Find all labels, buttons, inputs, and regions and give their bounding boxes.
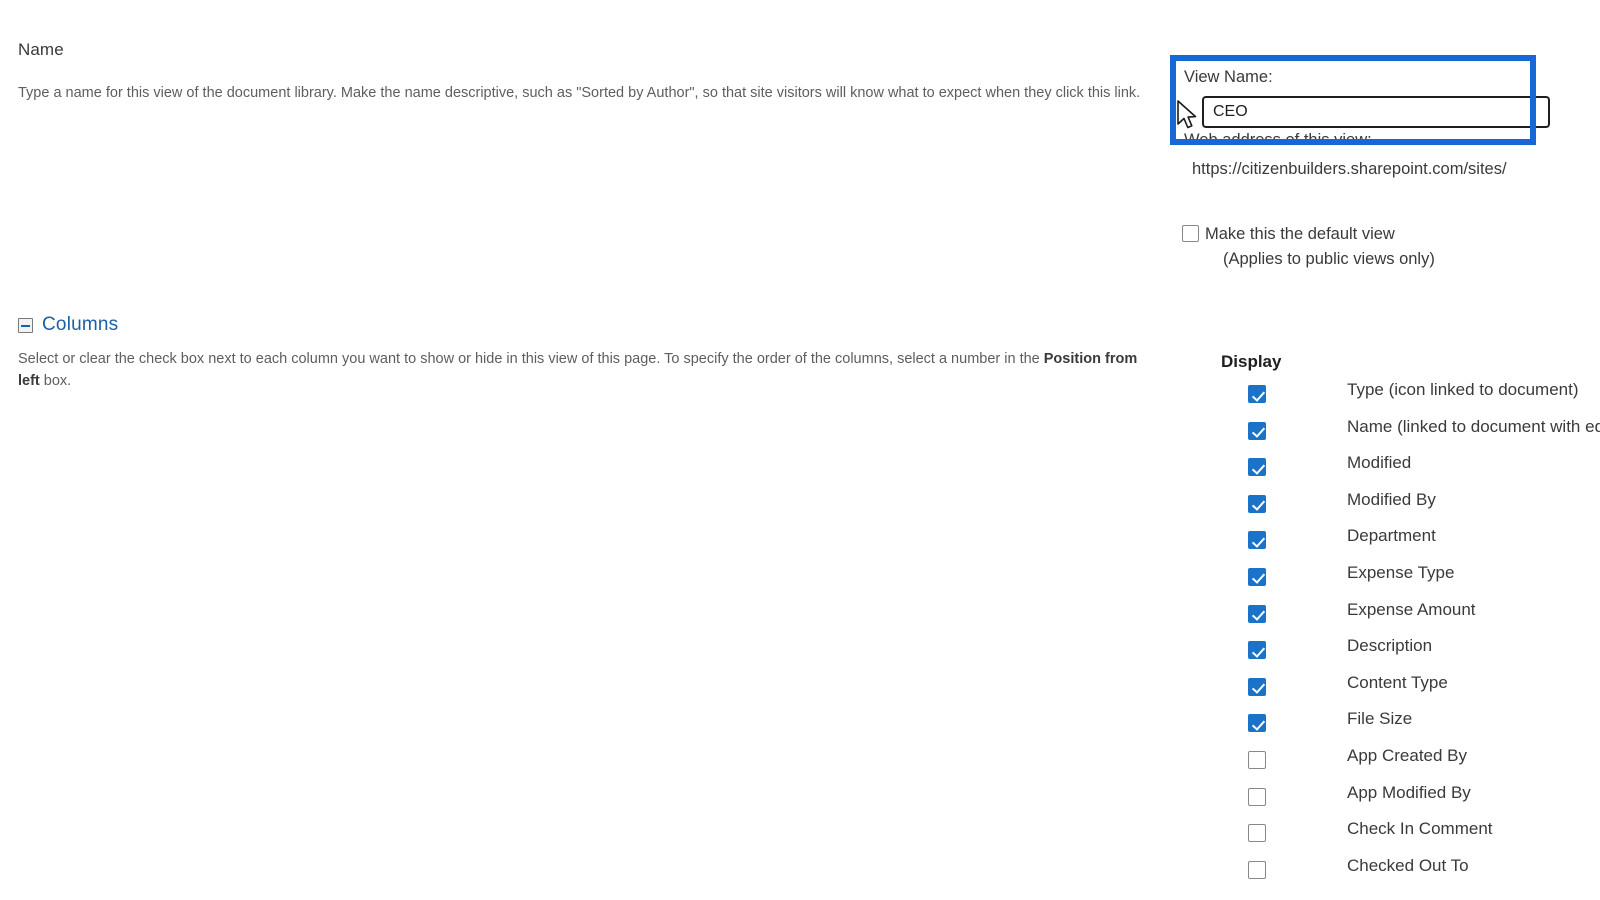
column-checkbox[interactable]	[1248, 458, 1266, 477]
column-checkbox[interactable]	[1248, 787, 1266, 806]
column-checkbox[interactable]	[1248, 531, 1266, 550]
column-label: Department	[1347, 526, 1436, 546]
column-label: Modified	[1347, 453, 1412, 473]
web-address-label: Web address of this view:	[1184, 131, 1372, 149]
column-label: File Size	[1347, 709, 1413, 729]
default-view-row[interactable]: Make this the default view	[1182, 222, 1395, 246]
column-checkbox[interactable]	[1248, 604, 1266, 623]
column-checkbox[interactable]	[1248, 641, 1266, 660]
column-checkbox[interactable]	[1248, 494, 1266, 513]
column-label: Type (icon linked to document)	[1347, 380, 1579, 399]
view-name-input[interactable]	[1202, 96, 1550, 128]
columns-section-header[interactable]: Columns	[18, 314, 118, 336]
minus-square-icon[interactable]	[18, 317, 33, 333]
column-row[interactable]: Content Type	[1248, 673, 1600, 715]
default-view-sublabel: (Applies to public views only)	[1223, 250, 1435, 268]
default-view-checkbox[interactable]	[1182, 225, 1199, 242]
column-label: Expense Amount	[1347, 599, 1476, 619]
column-label: App Created By	[1347, 745, 1468, 765]
columns-desc-part2: box.	[39, 372, 72, 389]
web-address-value: https://citizenbuilders.sharepoint.com/s…	[1192, 160, 1507, 178]
name-section-description: Type a name for this view of the documen…	[18, 85, 1141, 101]
column-label: App Modified By	[1347, 782, 1471, 802]
name-section-heading: Name	[18, 40, 64, 59]
view-settings-page: Name Type a name for this view of the do…	[0, 0, 1600, 900]
column-checkbox[interactable]	[1248, 421, 1266, 440]
column-label: Content Type	[1347, 672, 1448, 692]
view-name-label: View Name:	[1184, 68, 1273, 86]
column-label: Name (linked to document with edit menu)	[1347, 416, 1600, 436]
column-row[interactable]: Checked Out To	[1248, 856, 1600, 898]
columns-section-title: Columns	[42, 314, 119, 335]
column-checkbox[interactable]	[1248, 824, 1266, 843]
arrow-pointer-cursor	[1177, 100, 1197, 129]
column-checkbox[interactable]	[1248, 860, 1266, 879]
column-label: Checked Out To	[1347, 855, 1469, 875]
default-view-label: Make this the default view	[1205, 225, 1395, 243]
column-checkbox[interactable]	[1248, 714, 1266, 733]
column-label: Modified By	[1347, 489, 1436, 509]
column-checkbox[interactable]	[1248, 385, 1266, 403]
display-column-header: Display	[1221, 352, 1282, 371]
columns-checkbox-list: Type (icon linked to document) Name (link…	[1248, 380, 1600, 898]
columns-desc-part1: Select or clear the check box next to ea…	[18, 351, 1044, 367]
column-label: Check In Comment	[1347, 819, 1493, 839]
columns-section-description: Select or clear the check box next to ea…	[18, 349, 1138, 392]
column-checkbox[interactable]	[1248, 567, 1266, 586]
column-row[interactable]: Name (linked to document with edit menu)	[1248, 417, 1600, 459]
column-checkbox[interactable]	[1248, 677, 1266, 696]
column-checkbox[interactable]	[1248, 750, 1266, 769]
column-label: Description	[1347, 636, 1433, 656]
column-label: Expense Type	[1347, 562, 1455, 582]
